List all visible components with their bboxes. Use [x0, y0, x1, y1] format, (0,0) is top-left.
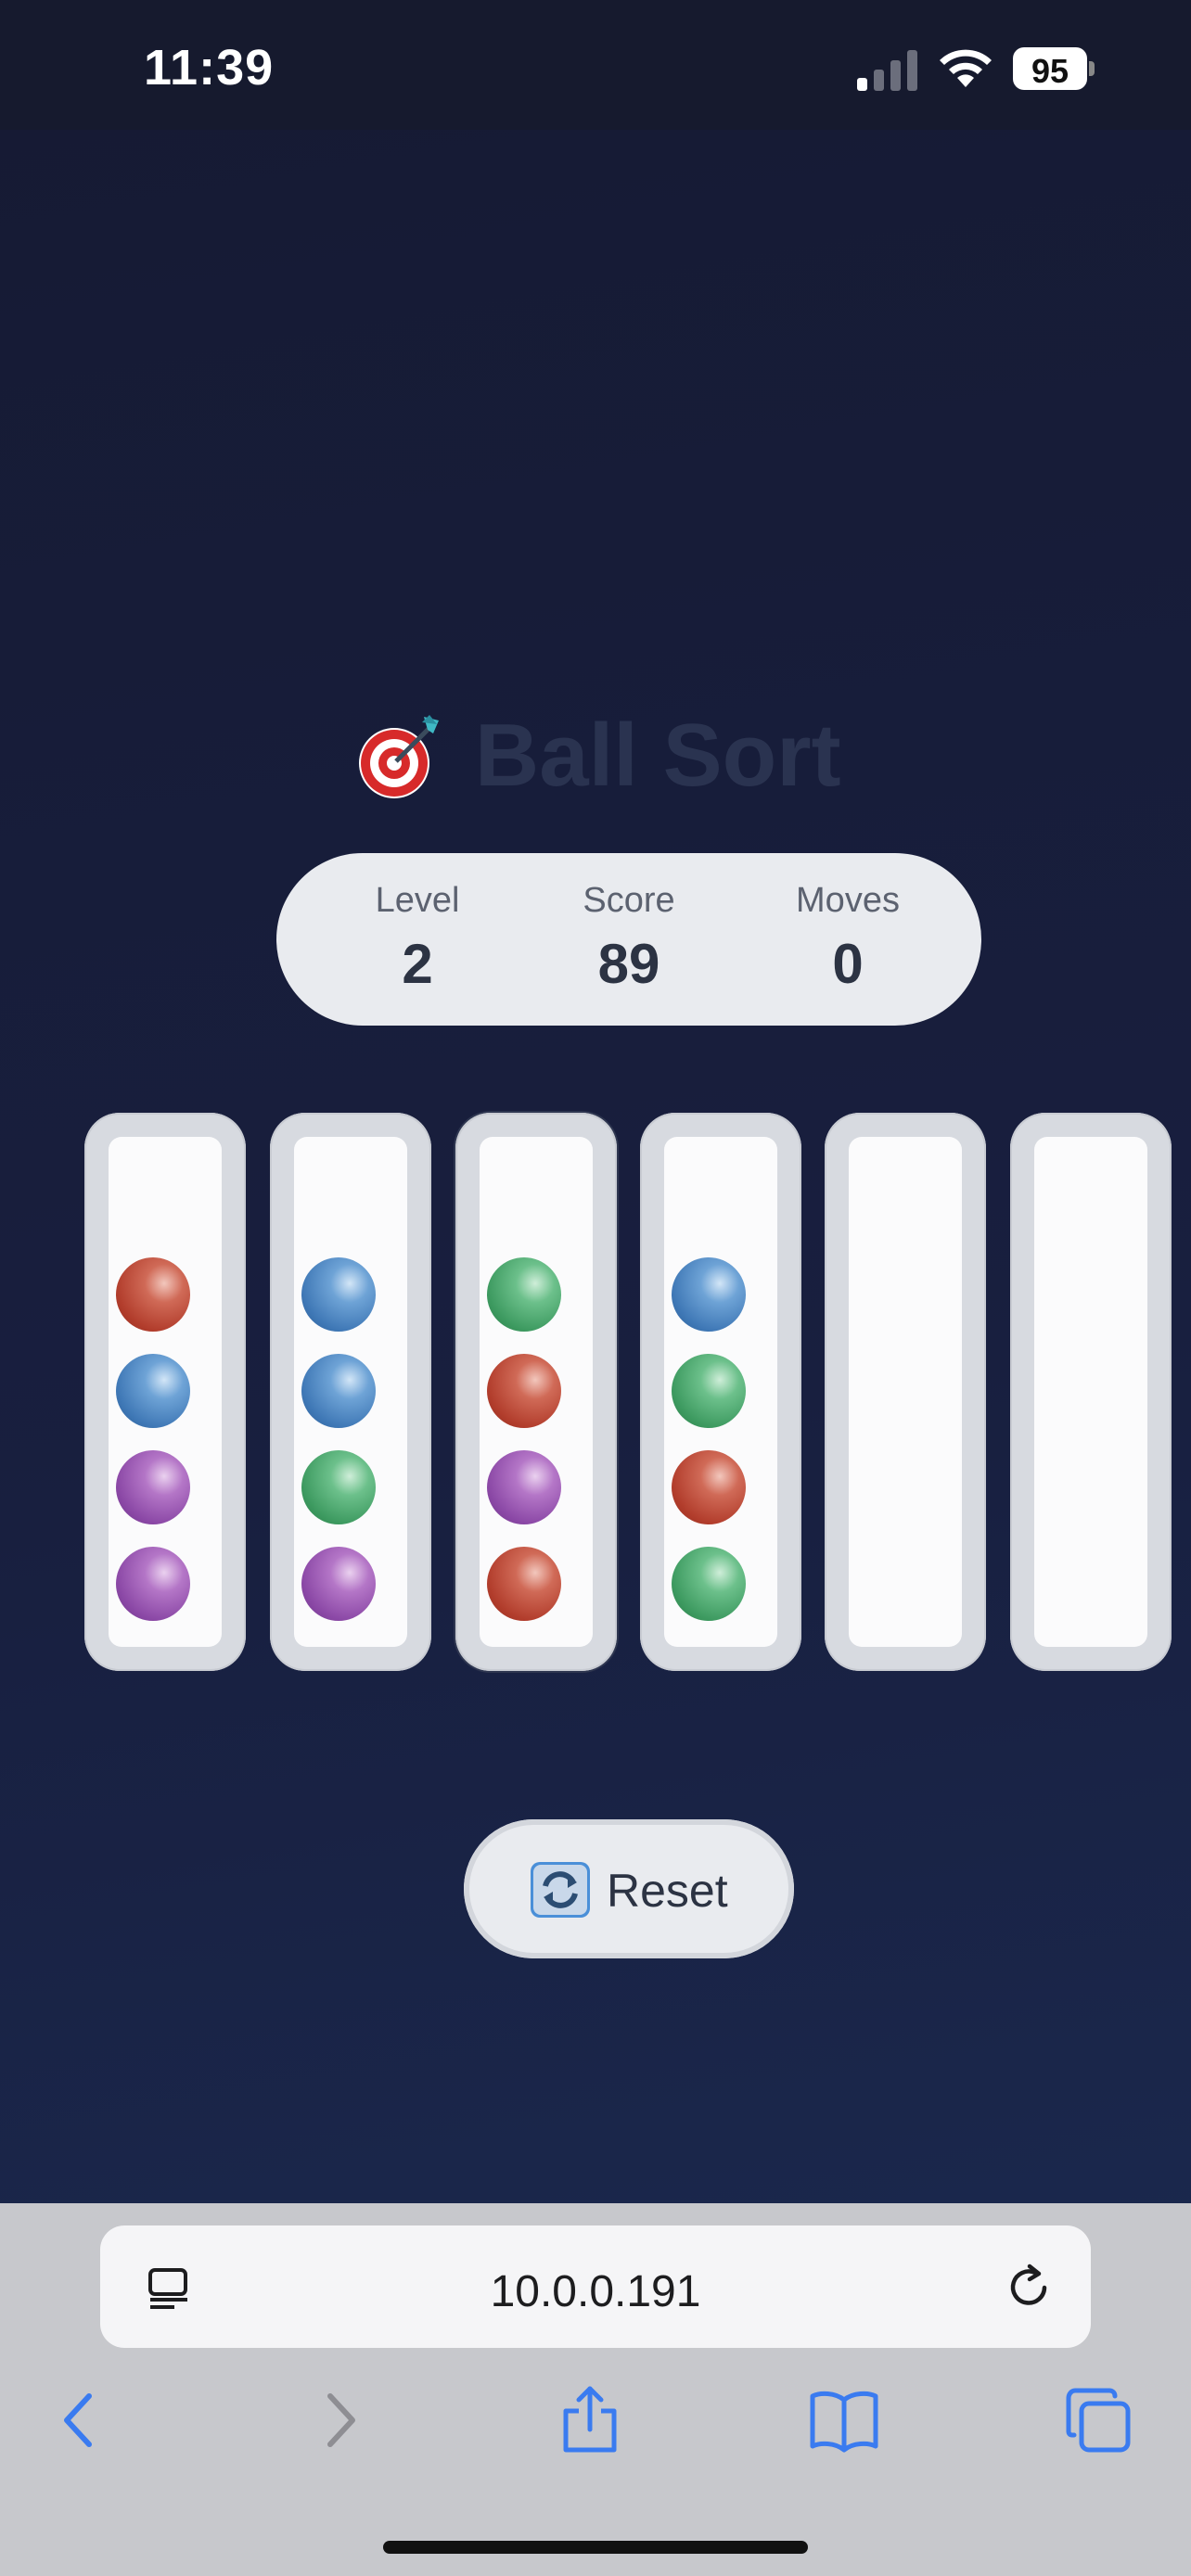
reset-label: Reset: [607, 1865, 728, 1917]
blue-ball: [672, 1257, 746, 1332]
red-ball: [116, 1257, 190, 1332]
red-ball: [487, 1547, 561, 1621]
reload-icon[interactable]: [1004, 2263, 1054, 2313]
blue-ball: [116, 1354, 190, 1428]
stat-score: Score 89: [527, 881, 731, 996]
tube-3[interactable]: [455, 1113, 617, 1671]
purple-ball: [116, 1450, 190, 1524]
battery-level: 95: [1031, 52, 1069, 90]
purple-ball: [487, 1450, 561, 1524]
purple-ball: [116, 1547, 190, 1621]
stat-value: 2: [402, 933, 433, 995]
purple-ball: [301, 1547, 376, 1621]
blue-ball: [301, 1257, 376, 1332]
wifi-icon: [940, 49, 992, 87]
tube-4[interactable]: [640, 1113, 801, 1671]
back-icon[interactable]: [43, 2383, 117, 2457]
red-ball: [487, 1354, 561, 1428]
address-bar[interactable]: 10.0.0.191: [100, 2225, 1091, 2348]
green-ball: [487, 1257, 561, 1332]
green-ball: [301, 1450, 376, 1524]
stat-moves: Moves 0: [746, 881, 950, 996]
tube-1[interactable]: [84, 1113, 246, 1671]
stat-level: Level 2: [315, 881, 519, 996]
status-time: 11:39: [144, 40, 275, 96]
cellular-signal-icon: [857, 50, 917, 91]
tube-interior: [849, 1137, 962, 1647]
blue-ball: [301, 1354, 376, 1428]
tabs-icon[interactable]: [1061, 2383, 1135, 2457]
stat-value: 89: [597, 933, 660, 995]
status-bar: 11:39 95: [0, 0, 1191, 130]
tube-6[interactable]: [1010, 1113, 1172, 1671]
bookmarks-icon[interactable]: [807, 2383, 881, 2457]
tube-interior: [1034, 1137, 1147, 1647]
red-ball: [672, 1450, 746, 1524]
game-title: Ball Sort: [0, 705, 1191, 807]
stats-panel: Level 2 Score 89 Moves 0: [276, 853, 981, 1026]
share-icon[interactable]: [553, 2383, 627, 2457]
tube-board: [0, 1113, 1191, 1678]
stat-label: Moves: [796, 881, 900, 920]
reset-button[interactable]: Reset: [464, 1819, 794, 1958]
title-text: Ball Sort: [474, 706, 841, 805]
refresh-icon: [531, 1862, 590, 1918]
battery-indicator: 95: [1013, 47, 1095, 90]
stat-label: Level: [375, 881, 460, 920]
stat-value: 0: [832, 933, 864, 995]
green-ball: [672, 1547, 746, 1621]
tube-5[interactable]: [825, 1113, 986, 1671]
tube-2[interactable]: [270, 1113, 431, 1671]
green-ball: [672, 1354, 746, 1428]
url-text: 10.0.0.191: [490, 2267, 701, 2316]
home-indicator: [383, 2541, 808, 2554]
forward-icon[interactable]: [302, 2383, 377, 2457]
stat-label: Score: [583, 881, 675, 920]
target-dart-icon: [359, 715, 440, 798]
